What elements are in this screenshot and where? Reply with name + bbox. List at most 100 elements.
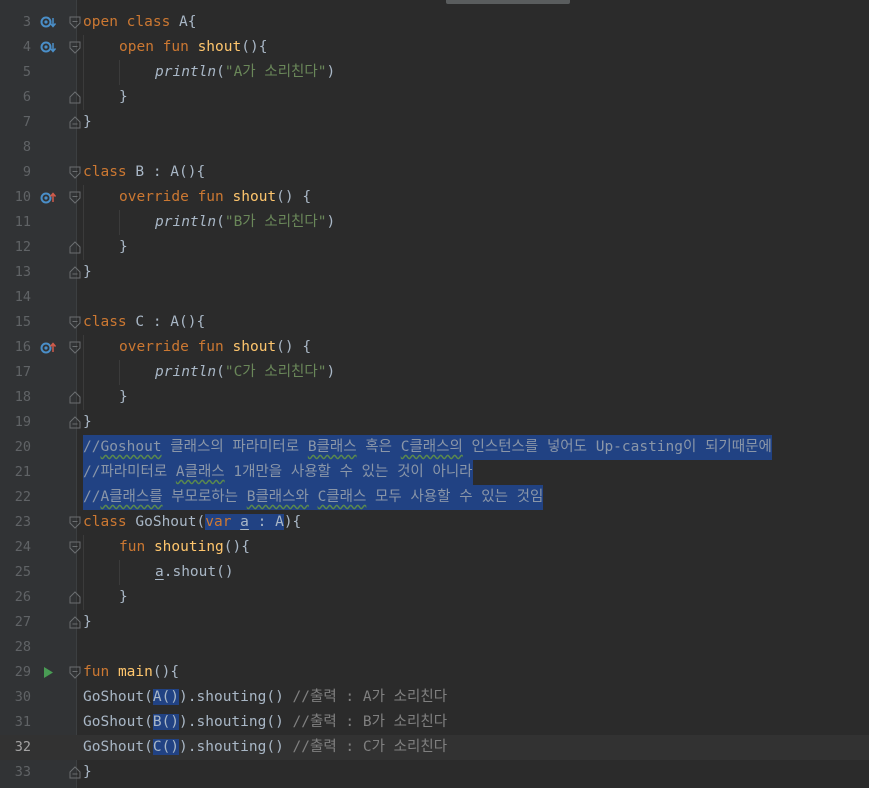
code-line[interactable]: 20 //Goshout 클래스의 파라미터로 B클래스 혹은 C클래스의 인스… xyxy=(0,435,869,460)
overridden-method-icon[interactable] xyxy=(40,40,56,55)
code-text: open class A{ xyxy=(83,14,197,30)
code-text: override fun shout() { xyxy=(83,185,311,210)
overriding-method-icon[interactable] xyxy=(40,190,56,205)
code-line[interactable]: 15 class C : A(){ xyxy=(0,310,869,335)
fold-end-icon[interactable] xyxy=(69,391,81,404)
code-line[interactable]: 9 class B : A(){ xyxy=(0,160,869,185)
line-number: 12 xyxy=(14,239,31,255)
code-line[interactable]: 5 println("A가 소리친다") xyxy=(0,60,869,85)
fold-end-icon[interactable] xyxy=(69,266,81,279)
code-line[interactable]: 3 open class A{ xyxy=(0,10,869,35)
code-text: println("B가 소리친다") xyxy=(83,210,335,235)
code-line[interactable]: 13 } xyxy=(0,260,869,285)
line-number: 27 xyxy=(14,614,31,630)
fold-icon[interactable] xyxy=(69,41,81,54)
line-number: 9 xyxy=(22,164,31,180)
fold-end-icon[interactable] xyxy=(69,616,81,629)
line-number: 31 xyxy=(14,714,31,730)
code-text: class GoShout(var a : A){ xyxy=(83,514,302,530)
line-number: 18 xyxy=(14,389,31,405)
code-text: println("A가 소리친다") xyxy=(83,60,335,85)
code-line[interactable]: 11 println("B가 소리친다") xyxy=(0,210,869,235)
line-number: 15 xyxy=(14,314,31,330)
code-line[interactable]: 21 //파라미터로 A클래스 1개만을 사용할 수 있는 것이 아니라 xyxy=(0,460,869,485)
overridden-method-icon[interactable] xyxy=(40,15,56,30)
code-text: GoShout(A()).shouting() //출력 : A가 소리친다 xyxy=(83,689,448,705)
code-text: } xyxy=(83,264,92,280)
fold-end-icon[interactable] xyxy=(69,241,81,254)
code-line[interactable]: 19 } xyxy=(0,410,869,435)
horizontal-scrollbar-thumb[interactable] xyxy=(446,0,570,4)
fold-end-icon[interactable] xyxy=(69,591,81,604)
line-number: 10 xyxy=(14,189,31,205)
code-line[interactable]: 18 } xyxy=(0,385,869,410)
code-line[interactable]: 23 class GoShout(var a : A){ xyxy=(0,510,869,535)
line-number: 33 xyxy=(14,764,31,780)
code-text: } xyxy=(83,235,128,260)
line-number: 17 xyxy=(14,364,31,380)
fold-end-icon[interactable] xyxy=(69,766,81,779)
fold-end-icon[interactable] xyxy=(69,91,81,104)
fold-icon[interactable] xyxy=(69,541,81,554)
fold-icon[interactable] xyxy=(69,341,81,354)
fold-icon[interactable] xyxy=(69,191,81,204)
code-line[interactable]: 31 GoShout(B()).shouting() //출력 : B가 소리친… xyxy=(0,710,869,735)
line-number: 21 xyxy=(14,464,31,480)
line-number: 25 xyxy=(14,564,31,580)
code-line[interactable]: 10 override fun shout() { xyxy=(0,185,869,210)
code-line[interactable]: 27 } xyxy=(0,610,869,635)
code-line[interactable]: 33 } xyxy=(0,760,869,785)
code-text: fun shouting(){ xyxy=(83,535,250,560)
line-number: 8 xyxy=(22,139,31,155)
code-text: open fun shout(){ xyxy=(83,35,267,60)
code-line[interactable]: 24 fun shouting(){ xyxy=(0,535,869,560)
code-line[interactable]: 14 xyxy=(0,285,869,310)
code-line[interactable]: 4 open fun shout(){ xyxy=(0,35,869,60)
fold-icon[interactable] xyxy=(69,516,81,529)
code-text: GoShout(C()).shouting() //출력 : C가 소리친다 xyxy=(83,739,448,755)
code-text: fun main(){ xyxy=(83,664,180,680)
line-number: 3 xyxy=(22,14,31,30)
line-number: 19 xyxy=(14,414,31,430)
code-text: } xyxy=(83,614,92,630)
code-line[interactable]: 7 } xyxy=(0,110,869,135)
fold-icon[interactable] xyxy=(69,666,81,679)
fold-end-icon[interactable] xyxy=(69,416,81,429)
code-line[interactable]: 6 } xyxy=(0,85,869,110)
code-line[interactable]: 22 //A클래스를 부모로하는 B클래스와 C클래스 모두 사용할 수 있는 … xyxy=(0,485,869,510)
code-line-current[interactable]: 32 GoShout(C()).shouting() //출력 : C가 소리친… xyxy=(0,735,869,760)
run-icon[interactable] xyxy=(40,665,56,680)
code-text: class C : A(){ xyxy=(83,314,206,330)
code-text: a.shout() xyxy=(83,560,234,585)
code-text: } xyxy=(83,114,92,130)
selected-comment: //파라미터로 A클래스 1개만을 사용할 수 있는 것이 아니라 xyxy=(83,460,473,485)
line-number: 4 xyxy=(22,39,31,55)
code-line[interactable]: 29 fun main(){ xyxy=(0,660,869,685)
line-number: 14 xyxy=(14,289,31,305)
line-number: 7 xyxy=(22,114,31,130)
code-line[interactable]: 17 println("C가 소리친다") xyxy=(0,360,869,385)
code-line[interactable]: 25 a.shout() xyxy=(0,560,869,585)
fold-end-icon[interactable] xyxy=(69,116,81,129)
line-number: 29 xyxy=(14,664,31,680)
code-line[interactable]: 28 xyxy=(0,635,869,660)
code-line[interactable]: 16 override fun shout() { xyxy=(0,335,869,360)
code-text: override fun shout() { xyxy=(83,335,311,360)
code-line[interactable]: 8 xyxy=(0,135,869,160)
code-text: } xyxy=(83,414,92,430)
line-number: 22 xyxy=(14,489,31,505)
line-number: 28 xyxy=(14,639,31,655)
overriding-method-icon[interactable] xyxy=(40,340,56,355)
code-text: } xyxy=(83,585,128,610)
code-line[interactable]: 12 } xyxy=(0,235,869,260)
line-number: 16 xyxy=(14,339,31,355)
code-line[interactable]: 30 GoShout(A()).shouting() //출력 : A가 소리친… xyxy=(0,685,869,710)
line-number: 32 xyxy=(14,739,31,755)
line-number: 26 xyxy=(14,589,31,605)
fold-icon[interactable] xyxy=(69,316,81,329)
code-line[interactable]: 26 } xyxy=(0,585,869,610)
fold-icon[interactable] xyxy=(69,16,81,29)
code-text: println("C가 소리친다") xyxy=(83,360,335,385)
fold-icon[interactable] xyxy=(69,166,81,179)
code-text: class B : A(){ xyxy=(83,164,206,180)
